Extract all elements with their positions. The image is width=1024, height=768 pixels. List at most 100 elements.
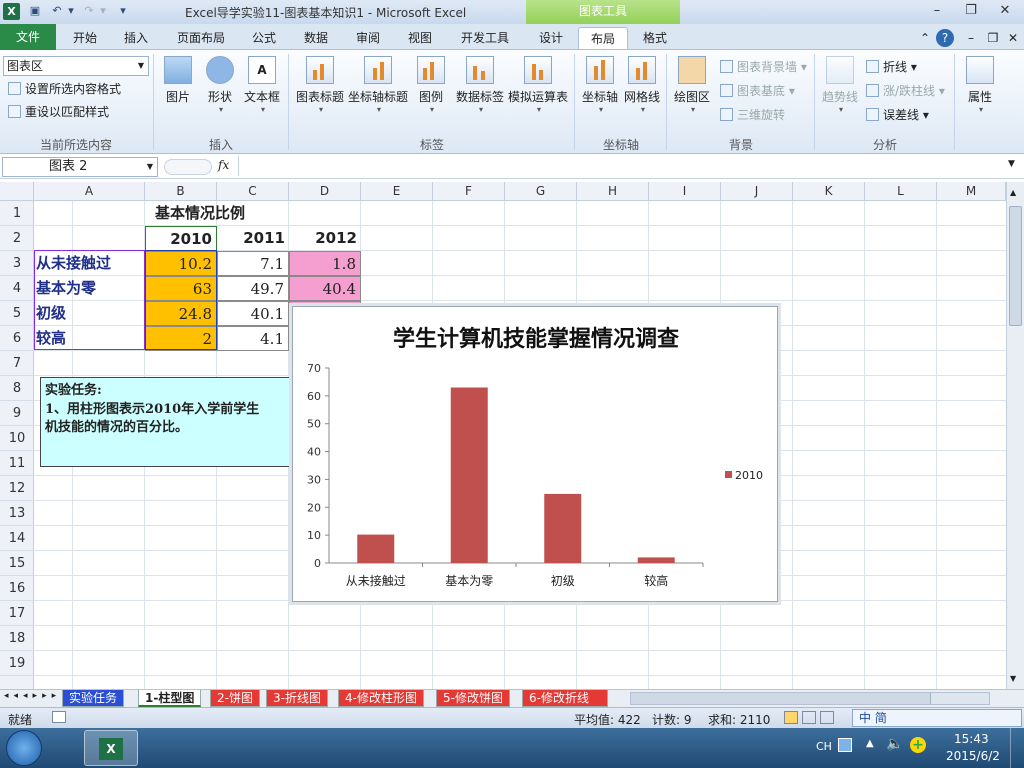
workbook-close-button[interactable]: ✕ xyxy=(1004,27,1022,49)
legend-button[interactable]: 图例 ▾ xyxy=(414,56,448,114)
name-box[interactable]: 图表 2 ▼ xyxy=(2,157,158,177)
tab-insert[interactable]: 插入 xyxy=(112,27,160,49)
chart-wall-button[interactable]: 图表背景墙 ▾ xyxy=(720,58,807,76)
tab-view[interactable]: 视图 xyxy=(396,27,444,49)
clock-time[interactable]: 15:43 xyxy=(954,732,989,746)
tab-page-layout[interactable]: 页面布局 xyxy=(166,27,236,49)
row-label-cell[interactable]: 从未接触过 xyxy=(34,251,145,276)
data-cell[interactable]: 4.1 xyxy=(217,326,289,351)
page-layout-view-icon[interactable] xyxy=(802,711,816,724)
sheet-tab[interactable]: 实验任务 xyxy=(62,690,125,707)
axes-button[interactable]: 坐标轴 ▾ xyxy=(580,56,620,114)
scroll-down-icon[interactable]: ▼ xyxy=(1010,674,1016,683)
column-header-e[interactable]: E xyxy=(361,182,433,201)
bar[interactable] xyxy=(637,557,675,563)
normal-view-icon[interactable] xyxy=(784,711,798,724)
column-header-l[interactable]: L xyxy=(865,182,937,201)
data-cell[interactable]: 2 xyxy=(145,326,217,351)
shapes-button[interactable]: 形状 ▾ xyxy=(202,56,238,114)
column-header-b[interactable]: B xyxy=(145,182,217,201)
year-header-cell[interactable]: 2012 xyxy=(289,226,361,251)
column-header-d[interactable]: D xyxy=(289,182,361,201)
column-header-j[interactable]: J xyxy=(721,182,793,201)
ime-toolbar[interactable]: 中 简 xyxy=(852,709,1022,727)
sheet-tab[interactable]: 5-修改饼图 xyxy=(436,690,510,707)
y-tick-label[interactable]: 20 xyxy=(307,501,321,514)
y-tick-label[interactable]: 40 xyxy=(307,446,321,459)
horizontal-scrollbar[interactable] xyxy=(630,692,990,705)
properties-button[interactable]: 属性 ▾ xyxy=(960,56,1000,114)
textbox-button[interactable]: A 文本框 ▾ xyxy=(242,56,282,114)
data-table-button[interactable]: 模拟运算表 ▾ xyxy=(506,56,570,114)
chart-floor-button[interactable]: 图表基底 ▾ xyxy=(720,82,795,100)
error-bars-button[interactable]: 误差线 ▾ xyxy=(866,106,929,124)
sheet-tab[interactable]: 2-饼图 xyxy=(210,690,260,707)
y-tick-label[interactable]: 60 xyxy=(307,390,321,403)
x-tick-label[interactable]: 初级 xyxy=(551,574,575,588)
sheet-tab[interactable]: 3-折线图 xyxy=(266,690,328,707)
task-textbox[interactable]: 实验任务: 1、用柱形图表示2010年入学前学生 机技能的情况的百分比。 xyxy=(40,377,296,467)
help-icon[interactable]: ? xyxy=(936,29,954,47)
undo-dropdown-icon[interactable]: ▾ xyxy=(64,4,78,18)
fx-icon[interactable]: fx xyxy=(218,158,229,172)
row-header[interactable]: 1 xyxy=(0,201,34,226)
show-hidden-icons[interactable]: ▲ xyxy=(866,738,874,749)
x-tick-label[interactable]: 从未接触过 xyxy=(346,573,406,588)
y-tick-label[interactable]: 50 xyxy=(307,418,321,431)
chart-plot[interactable]: 0 10 20 30 40 50 60 70 从未接触过 基本为零 初级 较高 2010 xyxy=(293,307,779,603)
tab-home[interactable]: 开始 xyxy=(62,27,108,49)
column-header-k[interactable]: K xyxy=(793,182,865,201)
customize-quick-access-icon[interactable]: ▾ xyxy=(116,4,130,18)
y-tick-label[interactable]: 10 xyxy=(307,529,321,542)
sheet-nav-icon[interactable]: ◂◂◂▸▸▸ xyxy=(4,691,61,701)
row-header[interactable]: 5 xyxy=(0,301,34,326)
bar[interactable] xyxy=(544,493,582,563)
row-header[interactable]: 6 xyxy=(0,326,34,351)
legend-label[interactable]: 2010 xyxy=(735,469,763,482)
column-header-h[interactable]: H xyxy=(577,182,649,201)
bar[interactable] xyxy=(357,534,395,563)
rotation-3d-button[interactable]: 三维旋转 xyxy=(720,106,785,124)
year-header-cell[interactable]: 2010 xyxy=(145,226,217,251)
scroll-up-icon[interactable]: ▲ xyxy=(1010,188,1016,197)
column-header-a[interactable]: A xyxy=(34,182,145,201)
data-cell[interactable]: 63 xyxy=(145,276,217,301)
workbook-minimize-button[interactable]: – xyxy=(962,27,980,49)
tab-design[interactable]: 设计 xyxy=(528,27,574,49)
data-cell[interactable]: 40.1 xyxy=(217,301,289,326)
row-header[interactable]: 19 xyxy=(0,651,34,676)
legend-swatch[interactable] xyxy=(725,471,732,478)
formula-input[interactable] xyxy=(238,156,1008,176)
data-cell[interactable]: 10.2 xyxy=(145,251,217,276)
row-header[interactable]: 9 xyxy=(0,401,34,426)
ime-icon[interactable] xyxy=(838,738,852,752)
tab-review[interactable]: 审阅 xyxy=(344,27,392,49)
macro-record-icon[interactable] xyxy=(52,711,66,723)
column-header-c[interactable]: C xyxy=(217,182,289,201)
row-header[interactable]: 18 xyxy=(0,626,34,651)
vertical-scrollbar[interactable]: ▲ ▼ xyxy=(1006,182,1024,689)
format-selection-button[interactable]: 设置所选内容格式 xyxy=(8,80,121,98)
x-tick-label[interactable]: 较高 xyxy=(644,573,668,588)
sheet-title-cell[interactable]: 基本情况比例 xyxy=(138,201,262,226)
tab-formulas[interactable]: 公式 xyxy=(240,27,288,49)
year-header-cell[interactable]: 2011 xyxy=(217,226,289,251)
row-label-cell[interactable]: 较高 xyxy=(34,326,145,351)
y-tick-label[interactable]: 30 xyxy=(307,473,321,486)
plot-area-button[interactable]: 绘图区 ▾ xyxy=(672,56,712,114)
redo-icon[interactable]: ↷ xyxy=(82,4,96,18)
volume-icon[interactable]: 🔈 xyxy=(886,736,903,752)
row-header[interactable]: 7 xyxy=(0,351,34,376)
tab-developer[interactable]: 开发工具 xyxy=(450,27,520,49)
lines-button[interactable]: 折线 ▾ xyxy=(866,58,917,76)
h-scroll-thumb[interactable] xyxy=(631,693,931,704)
data-cell[interactable]: 1.8 xyxy=(289,251,361,276)
minimize-button[interactable]: – xyxy=(924,2,950,20)
chart-element-dropdown[interactable]: 图表区 ▼ xyxy=(3,56,149,76)
column-header-m[interactable]: M xyxy=(937,182,1006,201)
data-labels-button[interactable]: 数据标签 ▾ xyxy=(452,56,508,114)
y-tick-label[interactable]: 70 xyxy=(307,362,321,375)
save-icon[interactable]: ▣ xyxy=(28,4,42,18)
gridlines-button[interactable]: 网格线 ▾ xyxy=(622,56,662,114)
chart-area[interactable]: 学生计算机技能掌握情况调查 0 10 20 30 40 50 60 70 从未接触过 基本为零 初级… xyxy=(292,306,778,602)
